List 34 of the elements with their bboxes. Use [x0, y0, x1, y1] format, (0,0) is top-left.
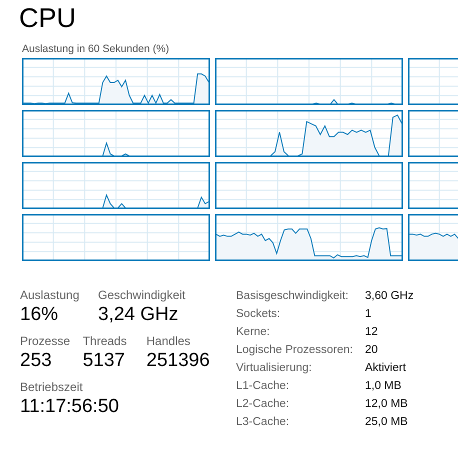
detail-value: 1,0 MB [365, 378, 402, 394]
detail-value: 3,60 GHz [365, 289, 414, 304]
detail-value: 20 [365, 342, 379, 358]
detail-label: Kerne: [236, 324, 271, 340]
detail-label: L3-Cache: [236, 414, 290, 430]
cpu-usage-graph [408, 214, 458, 261]
stat-label: Auslastung [20, 287, 80, 303]
detail-label: Basisgeschwindigkeit: [236, 289, 350, 304]
stat-label: Handles [146, 333, 192, 349]
detail-label: Virtualisierung: [236, 360, 313, 376]
page-title: CPU [19, 2, 78, 34]
stat-value: 5137 [82, 349, 126, 373]
cpu-usage-graph [408, 58, 458, 105]
stat-value: 251396 [146, 349, 211, 373]
stat-value: 16% [20, 303, 60, 327]
stat-value: 253 [20, 349, 53, 373]
detail-value: 12,0 MB [365, 396, 409, 412]
detail-value: 12 [365, 324, 379, 340]
detail-value: 25,0 MB [365, 414, 409, 430]
stat-label: Prozesse [20, 333, 72, 349]
stat-label: Betriebszeit [20, 379, 84, 395]
stat-value: 11:17:56:50 [20, 395, 120, 419]
cpu-usage-graph [408, 110, 458, 157]
detail-value: 1 [365, 306, 372, 322]
detail-label: Logische Prozessoren: [236, 342, 354, 358]
stat-label: Threads [82, 333, 128, 349]
stat-label: Geschwindigkeit [98, 287, 186, 303]
stat-value: 3,24 GHz [98, 303, 180, 327]
detail-value: Aktiviert [365, 360, 407, 376]
cpu-usage-graph [408, 162, 458, 209]
graph-caption: Auslastung in 60 Sekunden (%) [22, 42, 170, 56]
detail-label: L1-Cache: [236, 378, 290, 394]
detail-label: L2-Cache: [236, 396, 290, 412]
detail-label: Sockets: [236, 306, 282, 322]
